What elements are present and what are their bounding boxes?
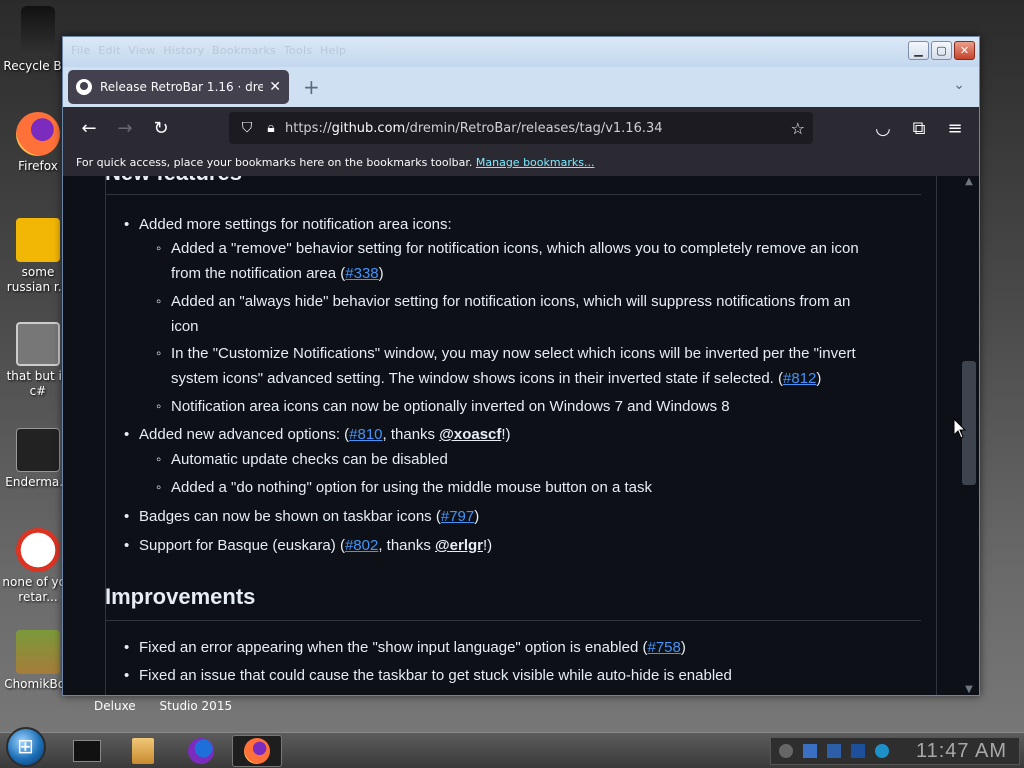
bookmarks-toolbar: For quick access, place your bookmarks h…: [63, 149, 979, 176]
mouse-cursor-icon: [953, 418, 967, 439]
usb-device-icon[interactable]: [803, 744, 817, 758]
issue-link-812[interactable]: #812: [783, 370, 816, 387]
ghost-menu-bar: File Edit View History Bookmarks Tools H…: [71, 44, 347, 57]
url-bar[interactable]: ⛉ 🔒︎ https://github.com/dremin/RetroBar/…: [229, 112, 813, 144]
issue-link-810[interactable]: #810: [349, 426, 382, 443]
taskbar-item-firefox-active[interactable]: [232, 735, 282, 767]
close-tab-icon[interactable]: ✕: [269, 79, 281, 95]
list-item: Added a "do nothing" option for using th…: [156, 475, 921, 500]
monitor-icon[interactable]: [851, 744, 865, 758]
manage-bookmarks-link[interactable]: Manage bookmarks...: [476, 156, 595, 169]
desktop-icon-label: Studio 2015: [159, 699, 233, 713]
tray-app-icon[interactable]: [779, 744, 793, 758]
forward-button[interactable]: →: [109, 112, 141, 144]
taskbar-item-media[interactable]: [118, 735, 168, 767]
user-mention-erlgr[interactable]: @erlgr: [435, 537, 483, 554]
film-reel-icon: [73, 740, 101, 762]
shield-icon[interactable]: ⛉: [237, 120, 257, 136]
folder-stack-icon: [16, 322, 60, 366]
issue-link-802[interactable]: #802: [345, 537, 378, 554]
page-content: New features Added more settings for not…: [63, 176, 979, 695]
pocket-icon[interactable]: ◡: [867, 112, 899, 144]
github-icon: [76, 79, 92, 95]
desktop-icon-label: Deluxe: [94, 699, 136, 713]
extensions-icon[interactable]: ⧉: [903, 112, 935, 144]
chomikbox-icon: [16, 630, 60, 674]
firefox-icon: [188, 738, 214, 764]
firefox-icon: [16, 112, 60, 156]
heading-improvements: Improvements: [105, 584, 256, 609]
menu-hamburger-icon[interactable]: ≡: [939, 112, 971, 144]
clock-time[interactable]: 11:47 AM: [916, 740, 1007, 763]
firefox-icon: [244, 738, 270, 764]
tab-strip: Release RetroBar 1.16 · dremin/R... ✕ + …: [63, 67, 979, 107]
start-button[interactable]: [6, 727, 46, 767]
bookmarks-toolbar-hint: For quick access, place your bookmarks h…: [76, 156, 473, 169]
system-tray: 11:47 AM: [770, 737, 1020, 765]
list-item: Added more settings for notification are…: [124, 212, 919, 237]
list-item: Support for Basque (euskara) (#802, than…: [124, 533, 919, 558]
maximize-button[interactable]: ▢: [931, 41, 952, 60]
heading-divider: [105, 194, 921, 195]
lock-icon[interactable]: 🔒︎: [261, 120, 281, 136]
list-item: Fixed an error appearing when the "show …: [124, 635, 919, 660]
list-item: Fixed an issue that could cause the task…: [124, 663, 919, 688]
back-button[interactable]: ←: [73, 112, 105, 144]
issue-link-797[interactable]: #797: [441, 508, 474, 525]
taskbar: 11:47 AM: [0, 727, 1024, 768]
list-all-tabs-chevron-icon[interactable]: ⌄: [953, 77, 965, 93]
dictionary-icon: [16, 218, 60, 262]
minimize-button[interactable]: ▁: [908, 41, 929, 60]
user-mention-xoascf[interactable]: @xoascf: [439, 426, 501, 443]
list-item: Automatic update checks can be disabled: [156, 447, 921, 472]
scroll-up-arrow-icon[interactable]: ▲: [959, 176, 979, 187]
taskbar-item-firefox-pinned[interactable]: [176, 735, 226, 767]
close-window-button[interactable]: ✕: [954, 41, 975, 60]
navigation-toolbar: ← → ↻ ⛉ 🔒︎ https://github.com/dremin/Ret…: [63, 107, 979, 149]
url-text[interactable]: https://github.com/dremin/RetroBar/relea…: [285, 121, 791, 136]
network-icon[interactable]: [827, 744, 841, 758]
new-tab-button[interactable]: +: [303, 75, 320, 99]
issue-link-338[interactable]: #338: [345, 265, 378, 282]
dinosaur-icon: [16, 528, 60, 572]
tab-release-retrobar[interactable]: Release RetroBar 1.16 · dremin/R... ✕: [68, 70, 289, 104]
heading-new-features: New features: [105, 176, 242, 186]
list-item: Notification area icons can now be optio…: [156, 394, 921, 419]
bookmark-star-icon[interactable]: ☆: [791, 119, 805, 138]
list-item: Added an "always hide" behavior setting …: [156, 289, 921, 339]
recycle-bin-icon: [21, 6, 55, 56]
window-title-bar[interactable]: File Edit View History Bookmarks Tools H…: [63, 37, 979, 67]
issue-link-758[interactable]: #758: [647, 639, 680, 656]
scroll-down-arrow-icon[interactable]: ▼: [959, 684, 979, 695]
heading-divider: [105, 620, 921, 621]
reload-button[interactable]: ↻: [145, 112, 177, 144]
list-item: Badges can now be shown on taskbar icons…: [124, 504, 919, 529]
taskbar-item-explorer[interactable]: [62, 735, 112, 767]
media-player-icon: [132, 738, 154, 764]
list-item: In the "Customize Notifications" window,…: [156, 341, 921, 391]
browser-window: File Edit View History Bookmarks Tools H…: [62, 36, 980, 696]
edge-icon[interactable]: [875, 744, 889, 758]
document-icon: [16, 428, 60, 472]
under-window-labels: Deluxe Studio 2015: [94, 699, 232, 713]
list-item: Added a "remove" behavior setting for no…: [156, 236, 921, 286]
list-item: Added new advanced options: (#810, thank…: [124, 422, 919, 447]
tab-title: Release RetroBar 1.16 · dremin/R...: [100, 80, 264, 94]
